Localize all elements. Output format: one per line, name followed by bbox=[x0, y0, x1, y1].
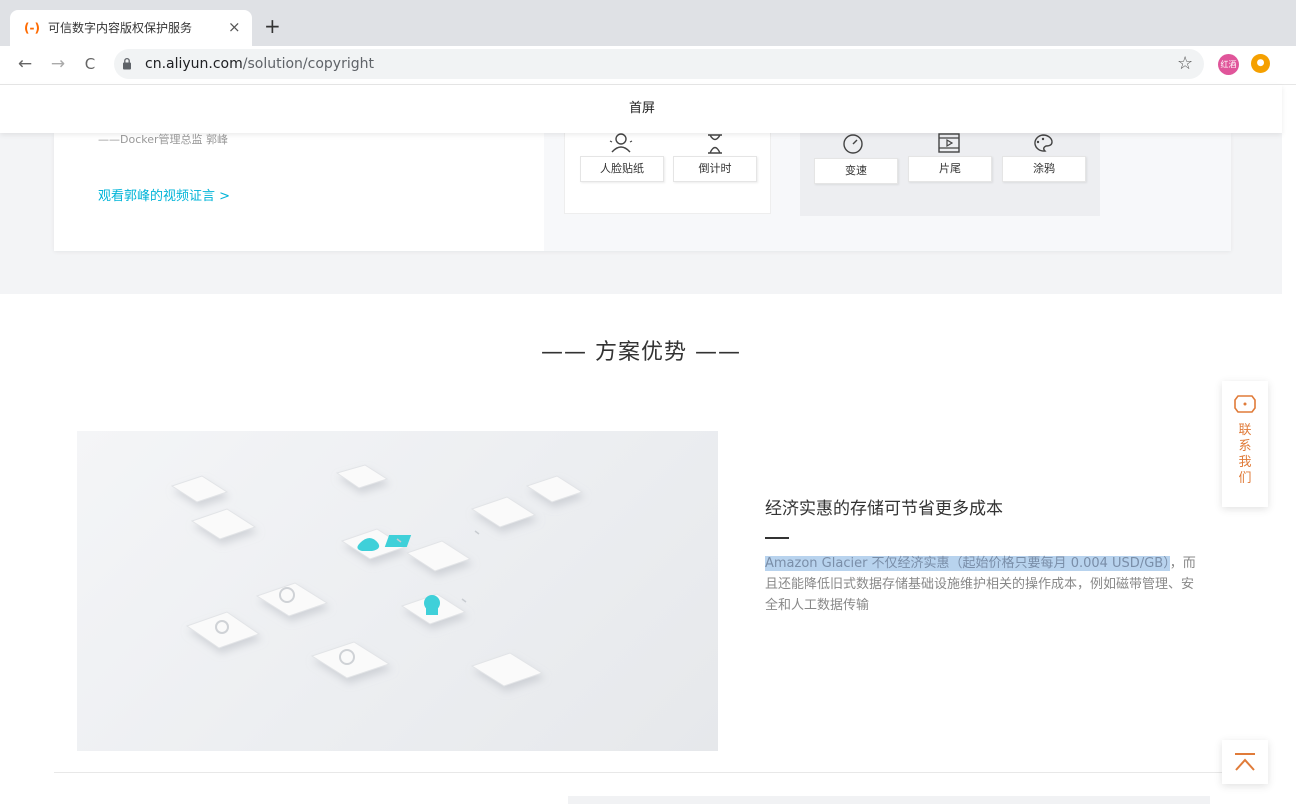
section-divider bbox=[54, 772, 1231, 773]
page-sticky-nav: 首屏 bbox=[0, 85, 1282, 133]
feature-countdown[interactable]: 倒计时 bbox=[673, 156, 757, 182]
isometric-icons-illustration bbox=[170, 464, 584, 687]
speedometer-icon bbox=[843, 134, 863, 154]
storage-illustration bbox=[77, 431, 718, 751]
palette-icon bbox=[1034, 134, 1053, 152]
feature-doodle[interactable]: 涂鸦 bbox=[1002, 156, 1086, 182]
aliyun-favicon-icon: (-) bbox=[24, 21, 40, 35]
forward-arrow-icon[interactable]: → bbox=[47, 52, 69, 76]
back-to-top-button[interactable] bbox=[1222, 740, 1268, 784]
section-title: —— 方案优势 —— bbox=[541, 340, 741, 365]
browser-tab-bar: (-) 可信数字内容版权保护服务 × + bbox=[0, 0, 1296, 46]
selected-text: Amazon Glacier 不仅经济实惠（起始价格只要每月 0.004 USD… bbox=[765, 556, 1170, 571]
advantage-heading: 经济实惠的存储可节省更多成本 bbox=[765, 499, 1003, 519]
tab-title: 可信数字内容版权保护服务 bbox=[48, 21, 193, 35]
extension-icon[interactable]: ● bbox=[1251, 54, 1270, 73]
feature-speed[interactable]: 变速 bbox=[814, 158, 898, 184]
face-icon bbox=[609, 133, 633, 153]
message-icon bbox=[1234, 395, 1256, 413]
url-domain: cn.aliyun.com bbox=[145, 56, 243, 72]
browser-tab[interactable]: (-) 可信数字内容版权保护服务 × bbox=[10, 10, 252, 46]
back-arrow-icon[interactable]: ← bbox=[14, 52, 36, 76]
star-icon[interactable]: ☆ bbox=[1177, 52, 1193, 76]
new-tab-button[interactable]: + bbox=[264, 14, 281, 38]
reload-icon[interactable]: C bbox=[79, 52, 101, 76]
nav-home-link[interactable]: 首屏 bbox=[629, 100, 655, 118]
back-to-top-icon bbox=[1235, 753, 1255, 771]
video-testimonial-link[interactable]: 观看郭峰的视频证言 > bbox=[98, 188, 230, 206]
advantage-description: Amazon Glacier 不仅经济实惠（起始价格只要每月 0.004 USD… bbox=[765, 553, 1205, 616]
address-bar[interactable]: cn.aliyun.com/solution/copyright bbox=[114, 49, 1204, 79]
feature-ending[interactable]: 片尾 bbox=[908, 156, 992, 182]
profile-avatar[interactable]: 红酒 bbox=[1218, 54, 1239, 75]
film-icon bbox=[938, 133, 960, 153]
browser-toolbar: ← → C cn.aliyun.com/solution/copyright ☆… bbox=[0, 46, 1296, 85]
url-text: cn.aliyun.com/solution/copyright bbox=[145, 54, 374, 74]
url-path: /solution/copyright bbox=[242, 56, 374, 72]
contact-us-label: 联系我们 bbox=[1238, 423, 1252, 486]
feature-face-sticker[interactable]: 人脸贴纸 bbox=[580, 156, 664, 182]
quote-author: ——Docker管理总监 郭峰 bbox=[98, 133, 229, 146]
heading-underline bbox=[765, 537, 789, 539]
hourglass-icon bbox=[708, 134, 722, 154]
lock-icon bbox=[123, 57, 131, 70]
server-icon bbox=[384, 535, 412, 547]
contact-us-widget[interactable]: 联系我们 bbox=[1222, 381, 1268, 507]
close-tab-icon[interactable]: × bbox=[228, 18, 241, 36]
next-section-peek bbox=[568, 796, 1210, 804]
